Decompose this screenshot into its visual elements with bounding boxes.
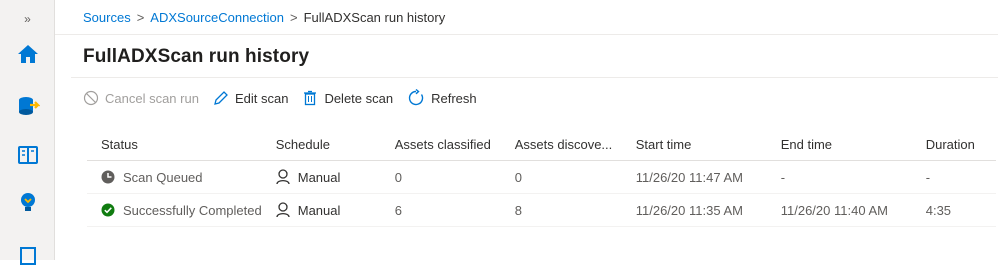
status-cell: Scan Queued <box>87 160 262 194</box>
pencil-icon <box>214 91 228 105</box>
person-icon <box>276 169 290 185</box>
page-title: FullADXScan run history <box>83 46 310 67</box>
delete-scan-button[interactable]: Delete scan <box>302 90 393 106</box>
assets-discovered-cell: 0 <box>500 160 622 194</box>
cancel-scan-run-label: Cancel scan run <box>105 90 199 106</box>
end-time-cell: 11/26/20 11:40 AM <box>766 193 912 227</box>
title-divider <box>71 77 998 78</box>
column-header-start-time[interactable]: Start time <box>621 128 767 161</box>
main-content: Sources > ADXSourceConnection > FullADXScan … <box>55 0 998 260</box>
insights-icon[interactable] <box>16 190 40 214</box>
expand-nav-button[interactable]: » <box>0 6 55 32</box>
breadcrumb-connection-link[interactable]: ADXSourceConnection <box>150 10 284 25</box>
edit-scan-button[interactable]: Edit scan <box>213 90 288 106</box>
breadcrumb-current: FullADXScan run history <box>303 10 446 25</box>
run-history-table: Status Schedule Assets classified Assets… <box>87 128 996 227</box>
schedule-cell: Manual <box>261 193 381 227</box>
command-bar: Cancel scan run Edit scan Delete scan Re… <box>83 86 491 110</box>
table-header-row: Status Schedule Assets classified Assets… <box>87 128 996 161</box>
schedule-text: Manual <box>297 202 341 218</box>
table-row[interactable]: Scan Queued Manual 0 0 11/26/20 11:47 AM <box>87 160 996 194</box>
schedule-cell: Manual <box>261 160 381 194</box>
column-header-assets-discovered[interactable]: Assets discove... <box>500 128 622 161</box>
status-text: Scan Queued <box>123 169 203 185</box>
home-icon[interactable] <box>16 42 40 66</box>
status-text: Successfully Completed <box>123 202 262 218</box>
duration-cell: - <box>911 160 996 194</box>
management-icon[interactable] <box>16 246 40 270</box>
refresh-label: Refresh <box>431 90 477 106</box>
status-cell: Successfully Completed <box>87 193 262 227</box>
assets-classified-cell: 6 <box>380 193 501 227</box>
edit-scan-label: Edit scan <box>234 90 289 106</box>
data-source-icon[interactable] <box>16 94 41 118</box>
column-header-duration[interactable]: Duration <box>911 128 996 161</box>
cancel-scan-run-button[interactable]: Cancel scan run <box>83 90 199 106</box>
trash-icon <box>304 90 317 106</box>
assets-discovered-cell: 8 <box>500 193 622 227</box>
breadcrumb-separator: > <box>136 10 145 25</box>
breadcrumb: Sources > ADXSourceConnection > FullADXScan … <box>83 10 445 25</box>
table-row[interactable]: Successfully Completed Manual 6 8 11/26/… <box>87 193 996 227</box>
column-header-schedule[interactable]: Schedule <box>261 128 381 161</box>
breadcrumb-sources-link[interactable]: Sources <box>83 10 131 25</box>
person-icon <box>276 202 290 218</box>
refresh-icon <box>408 89 424 106</box>
breadcrumb-divider <box>55 34 998 35</box>
delete-scan-label: Delete scan <box>324 90 394 106</box>
start-time-cell: 11/26/20 11:47 AM <box>621 160 767 194</box>
catalog-icon[interactable] <box>16 143 40 167</box>
duration-cell: 4:35 <box>911 193 996 227</box>
column-header-status[interactable]: Status <box>87 128 262 161</box>
clock-icon <box>101 170 115 184</box>
end-time-cell: - <box>766 160 912 194</box>
cancel-icon <box>83 90 99 106</box>
assets-classified-cell: 0 <box>380 160 501 194</box>
column-header-assets-classified[interactable]: Assets classified <box>380 128 501 161</box>
breadcrumb-separator: > <box>290 10 298 25</box>
refresh-button[interactable]: Refresh <box>407 89 477 107</box>
schedule-text: Manual <box>297 169 341 185</box>
column-header-end-time[interactable]: End time <box>766 128 912 161</box>
check-circle-icon <box>101 203 115 217</box>
start-time-cell: 11/26/20 11:35 AM <box>621 193 767 227</box>
left-nav-rail: » <box>0 0 55 265</box>
